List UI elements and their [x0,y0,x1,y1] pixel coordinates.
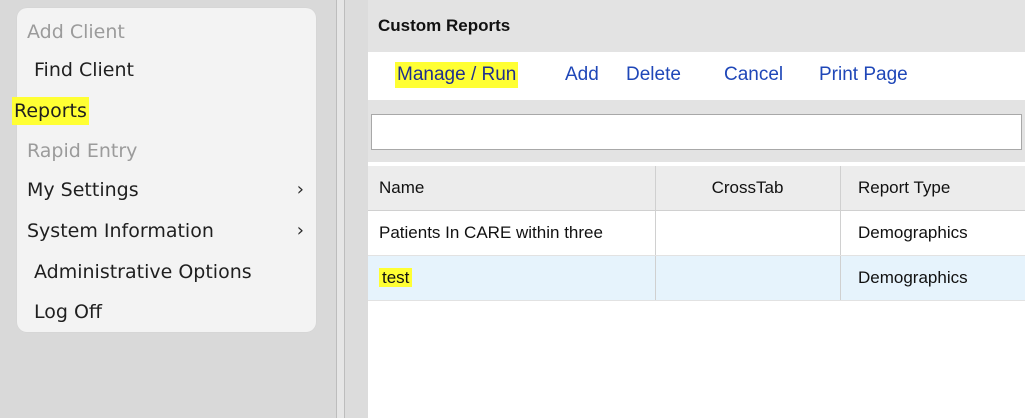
sidebar-item-label: Reports [12,97,89,125]
cancel-button[interactable]: Cancel [724,62,783,88]
cell-crosstab [655,256,840,300]
sidebar-item-add-client: Add Client [17,12,316,52]
sidebar-item-rapid-entry: Rapid Entry [17,131,316,171]
delete-button[interactable]: Delete [626,62,681,88]
sidebar-item-log-off[interactable]: Log Off [17,292,316,332]
toolbar: Manage / Run Add Delete Cancel Print Pag… [372,52,1025,100]
sidebar-item-my-settings[interactable]: My Settings › [17,170,316,210]
sidebar-item-label: System Information [27,220,214,242]
splitter-line [344,0,345,418]
add-button[interactable]: Add [565,62,599,88]
search-input[interactable] [371,114,1022,150]
table-row[interactable]: test Demographics [368,256,1025,301]
table-header: Name CrossTab Report Type [368,166,1025,211]
app-window: Add Client Find Client Reports Rapid Ent… [0,0,1025,418]
print-page-button[interactable]: Print Page [819,62,908,88]
sidebar-item-find-client[interactable]: Find Client [17,50,316,90]
sidebar-item-system-information[interactable]: System Information › [17,211,316,251]
sidebar-item-label: My Settings [27,179,139,201]
sidebar-item-label: Rapid Entry [27,140,138,162]
reports-table: Name CrossTab Report Type Patients In CA… [368,166,1025,301]
cell-report-type: Demographics [858,223,968,242]
sidebar-item-label: Administrative Options [34,261,252,283]
cell-crosstab [655,211,840,255]
sidebar-item-label: Find Client [34,59,134,81]
page-header: Custom Reports [368,0,1025,52]
sidebar-item-label: Add Client [27,21,125,43]
column-header-name[interactable]: Name [368,166,655,210]
manage-run-button[interactable]: Manage / Run [395,62,519,88]
sidebar-item-label: Log Off [34,301,103,323]
chevron-right-icon: › [296,179,304,200]
main-content: Custom Reports Manage / Run Add Delete C… [368,0,1025,418]
sidebar-panel: Add Client Find Client Reports Rapid Ent… [0,0,336,418]
column-header-report-type[interactable]: Report Type [840,166,1025,210]
column-header-crosstab[interactable]: CrossTab [655,166,840,210]
cell-report-type: Demographics [858,268,968,287]
sidebar-item-reports[interactable]: Reports [12,93,316,133]
cell-name-text: test [379,268,413,287]
splitter-handle[interactable] [337,0,344,418]
sidebar-item-administrative-options[interactable]: Administrative Options [17,252,316,292]
chevron-right-icon: › [296,220,304,241]
table-row[interactable]: Patients In CARE within three Demographi… [368,211,1025,256]
page-title: Custom Reports [378,16,511,35]
cell-name: Patients In CARE within three [379,223,603,242]
cell-name: test [368,256,655,300]
sidebar-menu: Add Client Find Client Reports Rapid Ent… [12,8,316,332]
